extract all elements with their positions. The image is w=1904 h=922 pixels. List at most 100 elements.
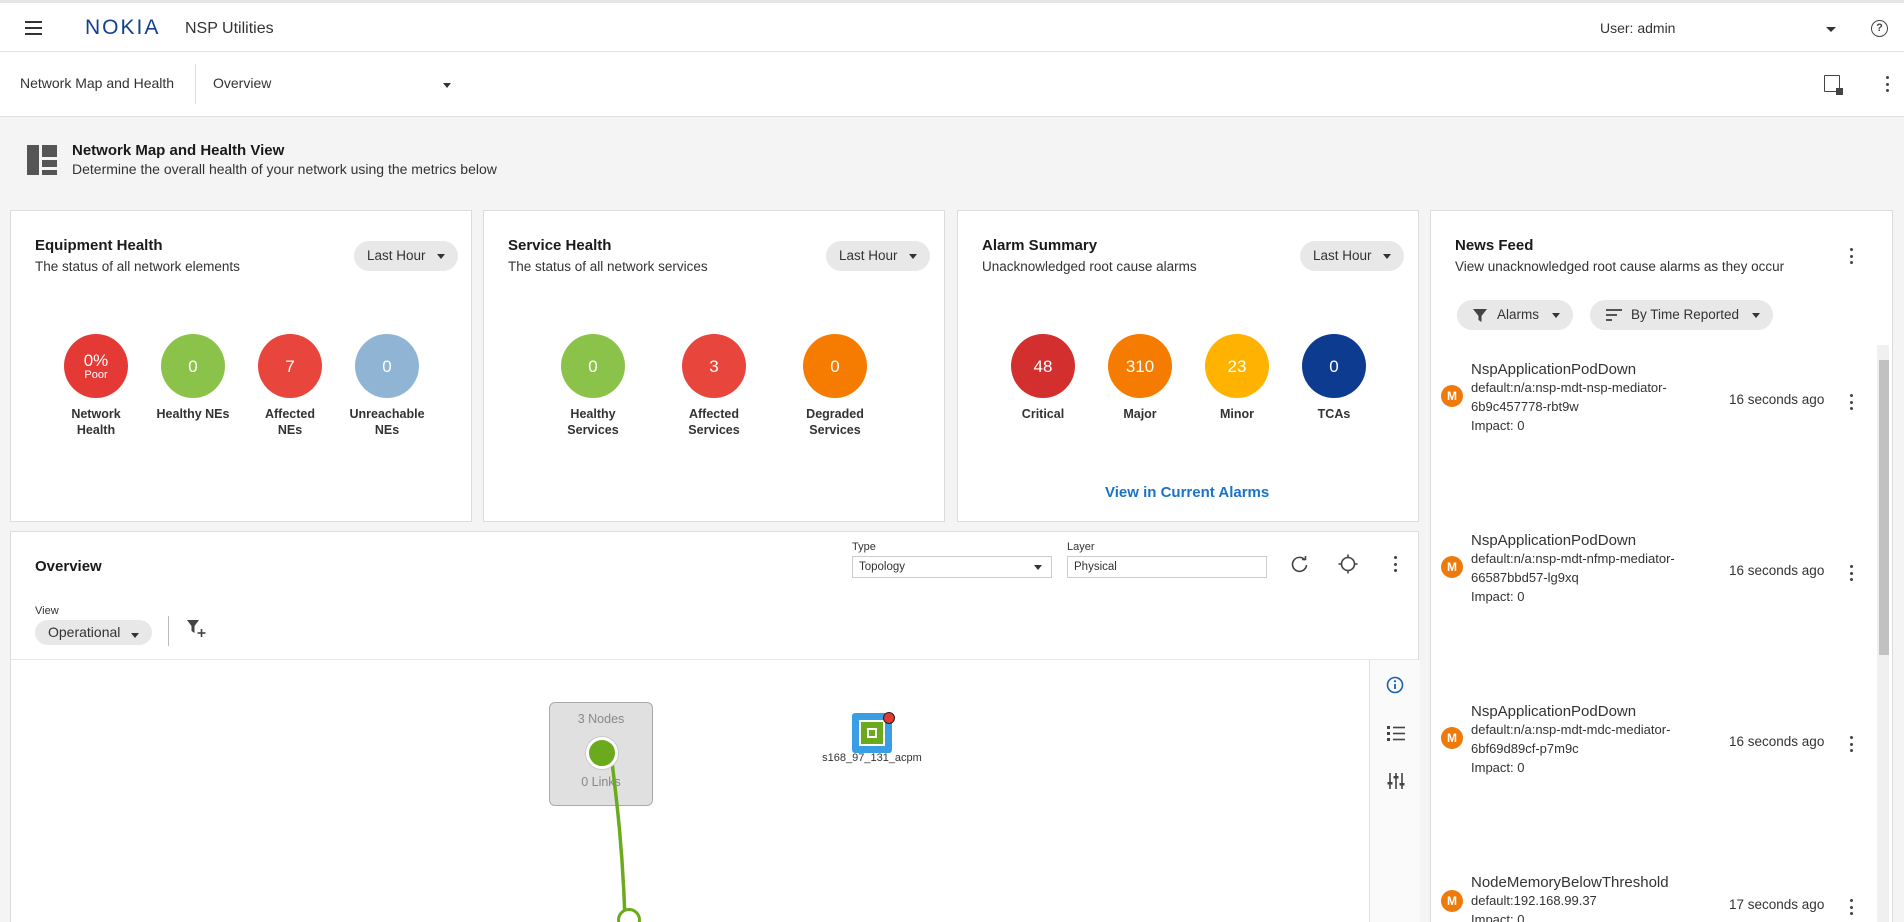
sort-icon — [1606, 309, 1622, 321]
add-filter-icon[interactable] — [186, 618, 206, 638]
metric-label: Degraded — [806, 407, 864, 421]
card-subtitle: The status of all network elements — [35, 259, 240, 274]
time-range-dropdown[interactable]: Last Hour — [354, 241, 458, 271]
metric-value: 0 — [588, 356, 598, 376]
news-item-impact: Impact: 0 — [1471, 760, 1525, 775]
help-icon[interactable]: ? — [1871, 20, 1888, 37]
breadcrumb[interactable]: Network Map and Health — [20, 75, 174, 91]
top-bar: NOKIA NSP Utilities User: admin ? — [0, 0, 1904, 52]
news-item[interactable]: NspApplicationPodDown default:n/a:nsp-md… — [1471, 703, 1891, 777]
tca-alarms-metric[interactable]: 0 TCAs — [1284, 334, 1384, 422]
overview-card: Overview Type Topology Layer Physical Vi… — [10, 531, 1420, 922]
minor-alarms-metric[interactable]: 23 Minor — [1187, 334, 1287, 422]
list-icon[interactable] — [1386, 724, 1406, 742]
topology-node[interactable] — [586, 737, 618, 769]
refresh-icon[interactable] — [1290, 554, 1310, 574]
time-range-dropdown[interactable]: Last Hour — [1300, 241, 1404, 271]
metric-label: Major — [1123, 407, 1157, 421]
app-title: NSP Utilities — [185, 20, 274, 37]
more-options-icon[interactable] — [1849, 565, 1853, 581]
news-item-source: 6b9c457778-rbt9w — [1471, 399, 1579, 414]
metric-label: Network — [71, 407, 121, 421]
alarm-summary-card: Alarm Summary Unacknowledged root cause … — [957, 210, 1419, 522]
metric-value: 48 — [1033, 356, 1053, 376]
unreachable-nes-metric[interactable]: 0 Unreachable NEs — [337, 334, 437, 438]
metric-label: Affected — [688, 407, 739, 421]
info-icon[interactable] — [1386, 676, 1404, 694]
severity-major-icon: M — [1441, 890, 1463, 912]
more-options-icon[interactable] — [1849, 248, 1853, 264]
card-subtitle: View unacknowledged root cause alarms as… — [1455, 259, 1785, 274]
type-select[interactable]: Topology — [852, 556, 1052, 578]
metric-circle: 7 — [258, 334, 322, 398]
report-icon[interactable] — [1824, 75, 1843, 95]
view-select[interactable]: Overview — [213, 75, 453, 91]
more-options-icon[interactable] — [1885, 76, 1889, 92]
card-subtitle: The status of all network services — [508, 259, 708, 274]
chevron-down-icon[interactable] — [1034, 565, 1042, 570]
settings-sliders-icon[interactable] — [1387, 772, 1405, 790]
healthy-nes-metric[interactable]: 0 Healthy NEs — [143, 334, 243, 422]
metric-label: Health — [76, 423, 116, 437]
news-item-time: 17 seconds ago — [1729, 897, 1825, 912]
metric-value: 0 — [382, 356, 392, 376]
healthy-services-metric[interactable]: 0 Healthy Services — [543, 334, 643, 438]
view-current-alarms-link[interactable]: View in Current Alarms — [1105, 484, 1269, 501]
user-menu[interactable]: User: admin — [1600, 20, 1675, 36]
card-title: News Feed — [1455, 237, 1534, 254]
chevron-down-icon[interactable] — [1826, 27, 1836, 32]
scrollbar-thumb[interactable] — [1879, 360, 1889, 655]
metric-label: Healthy — [570, 407, 616, 421]
hamburger-menu-icon[interactable] — [25, 21, 42, 35]
metric-label: Services — [567, 423, 619, 437]
nokia-logo: NOKIA — [85, 16, 161, 39]
more-options-icon[interactable] — [1849, 899, 1853, 915]
news-item[interactable]: NspApplicationPodDown default:n/a:nsp-md… — [1471, 532, 1891, 606]
more-options-icon[interactable] — [1393, 556, 1397, 572]
metric-circle: 0 — [355, 334, 419, 398]
news-item-source: 6bf69d89cf-p7m9c — [1471, 741, 1579, 756]
metric-circle: 0 — [561, 334, 625, 398]
layer-select[interactable]: Physical — [1067, 556, 1267, 578]
cluster-node-count: 3 Nodes — [577, 712, 625, 726]
news-item-source: default:n/a:nsp-mdt-mdc-mediator- — [1471, 722, 1671, 737]
critical-alarms-metric[interactable]: 48 Critical — [993, 334, 1093, 422]
news-item-impact: Impact: 0 — [1471, 418, 1525, 433]
news-item-time: 16 seconds ago — [1729, 734, 1825, 749]
view-mode-dropdown[interactable]: Operational — [35, 620, 153, 645]
metric-label: NEs — [277, 423, 303, 437]
network-health-metric[interactable]: 0% Poor Network Health — [46, 334, 146, 438]
news-item[interactable]: NodeMemoryBelowThreshold default:192.168… — [1471, 874, 1891, 922]
metric-value: 0% — [83, 350, 109, 370]
metric-value: 3 — [709, 356, 719, 376]
news-item-time: 16 seconds ago — [1729, 563, 1825, 578]
divider — [195, 64, 196, 104]
more-options-icon[interactable] — [1849, 394, 1853, 410]
time-range-dropdown[interactable]: Last Hour — [826, 241, 930, 271]
news-item-source: default:n/a:nsp-mdt-nsp-mediator- — [1471, 380, 1667, 395]
metric-label: Affected — [264, 407, 315, 421]
metric-label: Unreachable — [349, 407, 425, 421]
affected-nes-metric[interactable]: 7 Affected NEs — [240, 334, 340, 438]
news-feed-card: News Feed View unacknowledged root cause… — [1430, 210, 1893, 922]
card-subtitle: Unacknowledged root cause alarms — [982, 259, 1197, 274]
metric-value: 310 — [1125, 356, 1155, 376]
metric-circle: 310 — [1108, 334, 1172, 398]
chevron-down-icon[interactable] — [443, 83, 451, 88]
metric-label: Critical — [1021, 407, 1065, 421]
metric-label: TCAs — [1317, 407, 1351, 421]
type-label: Type — [852, 541, 876, 553]
more-options-icon[interactable] — [1849, 736, 1853, 752]
news-item-source: default:n/a:nsp-mdt-nfmp-mediator- — [1471, 551, 1675, 566]
news-item[interactable]: NspApplicationPodDown default:n/a:nsp-md… — [1471, 361, 1891, 435]
major-alarms-metric[interactable]: 310 Major — [1090, 334, 1190, 422]
alarm-indicator-icon — [883, 712, 895, 724]
locate-icon[interactable] — [1338, 554, 1358, 574]
metric-suffix: Poor — [84, 368, 108, 381]
metric-circle: 48 — [1011, 334, 1075, 398]
metric-circle: 23 — [1205, 334, 1269, 398]
ne-icon — [859, 720, 885, 746]
affected-services-metric[interactable]: 3 Affected Services — [664, 334, 764, 438]
news-item-impact: Impact: 0 — [1471, 912, 1525, 922]
degraded-services-metric[interactable]: 0 Degraded Services — [785, 334, 885, 438]
